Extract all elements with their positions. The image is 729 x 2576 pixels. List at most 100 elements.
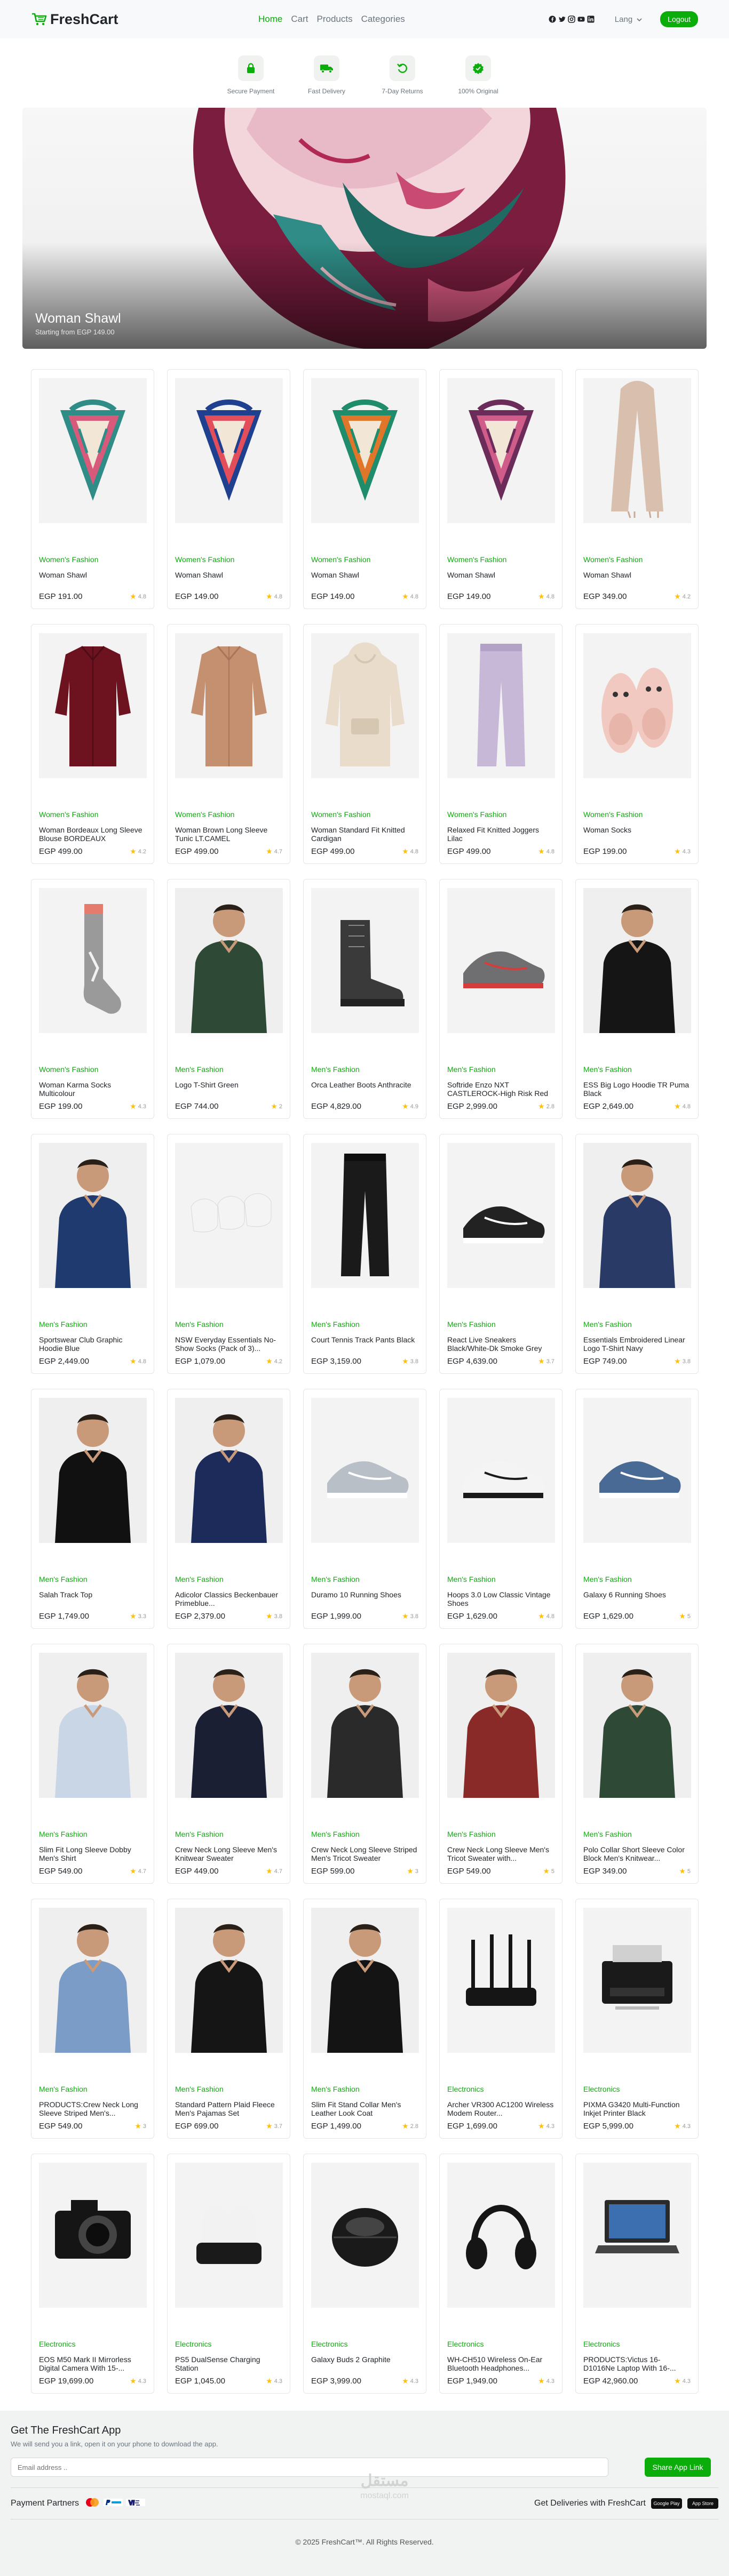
product-card[interactable]: Electronics Galaxy Buds 2 Graphite EGP 3… — [303, 2154, 426, 2394]
product-card[interactable]: Men's Fashion Softride Enzo NXT CASTLERO… — [439, 879, 562, 1119]
product-name[interactable]: WH-CH510 Wireless On-Ear Bluetooth Headp… — [447, 2355, 554, 2372]
product-name[interactable]: NSW Everyday Essentials No-Show Socks (P… — [175, 1335, 282, 1353]
product-card[interactable]: Women's Fashion Woman Karma Socks Multic… — [31, 879, 154, 1119]
product-image[interactable] — [39, 1908, 147, 2053]
product-image[interactable] — [175, 633, 283, 778]
product-card[interactable]: Women's Fashion Woman Standard Fit Knitt… — [303, 624, 426, 864]
product-name[interactable]: Woman Brown Long Sleeve Tunic LT.CAMEL — [175, 826, 282, 843]
product-name[interactable]: PRODUCTS:Crew Neck Long Sleeve Striped M… — [39, 2100, 146, 2117]
product-name[interactable]: Woman Shawl — [175, 571, 282, 588]
product-card[interactable]: Electronics PS5 DualSense Charging Stati… — [167, 2154, 290, 2394]
instagram-icon[interactable] — [567, 15, 575, 23]
product-name[interactable]: Hoops 3.0 Low Classic Vintage Shoes — [447, 1590, 554, 1607]
product-image[interactable] — [447, 888, 555, 1033]
product-card[interactable]: Men's Fashion React Live Sneakers Black/… — [439, 1134, 562, 1374]
product-card[interactable]: Men's Fashion Logo T-Shirt Green EGP 744… — [167, 879, 290, 1119]
product-name[interactable]: Duramo 10 Running Shoes — [311, 1590, 418, 1607]
product-card[interactable]: Men's Fashion Crew Neck Long Sleeve Stri… — [303, 1644, 426, 1884]
product-name[interactable]: Slim Fit Stand Collar Men's Leather Look… — [311, 2100, 418, 2117]
share-app-link-button[interactable]: Share App Link — [645, 2458, 711, 2477]
twitter-icon[interactable] — [558, 15, 566, 23]
product-name[interactable]: Logo T-Shirt Green — [175, 1081, 282, 1098]
product-image[interactable] — [583, 633, 691, 778]
product-card[interactable]: Electronics Archer VR300 AC1200 Wireless… — [439, 1899, 562, 2139]
product-card[interactable]: Women's Fashion Woman Shawl EGP 191.00 ★… — [31, 369, 154, 609]
product-name[interactable]: Woman Shawl — [39, 571, 146, 588]
youtube-icon[interactable] — [577, 15, 585, 23]
product-name[interactable]: React Live Sneakers Black/White-Dk Smoke… — [447, 1335, 554, 1353]
product-name[interactable]: Archer VR300 AC1200 Wireless Modem Route… — [447, 2100, 554, 2117]
product-card[interactable]: Men's Fashion Crew Neck Long Sleeve Men'… — [439, 1644, 562, 1884]
product-image[interactable] — [39, 2163, 147, 2308]
product-image[interactable] — [583, 1398, 691, 1543]
product-card[interactable]: Men's Fashion Duramo 10 Running Shoes EG… — [303, 1389, 426, 1629]
product-name[interactable]: Relaxed Fit Knitted Joggers Lilac — [447, 826, 554, 843]
google-play-badge[interactable]: Google Play — [651, 2498, 682, 2509]
product-card[interactable]: Men's Fashion Crew Neck Long Sleeve Men'… — [167, 1644, 290, 1884]
product-name[interactable]: Crew Neck Long Sleeve Striped Men's Tric… — [311, 1845, 418, 1862]
product-image[interactable] — [39, 633, 147, 778]
product-image[interactable] — [39, 1653, 147, 1798]
product-image[interactable] — [447, 2163, 555, 2308]
product-image[interactable] — [311, 1143, 419, 1288]
logout-button[interactable]: Logout — [660, 11, 698, 27]
product-name[interactable]: Adicolor Classics Beckenbauer Primeblue.… — [175, 1590, 282, 1607]
language-dropdown[interactable]: Lang — [615, 15, 642, 24]
product-name[interactable]: Polo Collar Short Sleeve Color Block Men… — [583, 1845, 691, 1862]
product-card[interactable]: Men's Fashion Polo Collar Short Sleeve C… — [575, 1644, 699, 1884]
product-name[interactable]: Essentials Embroidered Linear Logo T-Shi… — [583, 1335, 691, 1353]
brand[interactable]: FreshCart — [31, 11, 118, 28]
product-image[interactable] — [311, 1398, 419, 1543]
linkedin-icon[interactable] — [587, 15, 595, 23]
product-card[interactable]: Electronics PIXMA G3420 Multi-Function I… — [575, 1899, 699, 2139]
product-name[interactable]: Woman Shawl — [447, 571, 554, 588]
product-card[interactable]: Women's Fashion Woman Socks EGP 199.00 ★… — [575, 624, 699, 864]
product-image[interactable] — [583, 1653, 691, 1798]
product-image[interactable] — [583, 2163, 691, 2308]
product-image[interactable] — [583, 378, 691, 523]
product-name[interactable]: Sportswear Club Graphic Hoodie Blue — [39, 1335, 146, 1353]
product-card[interactable]: Women's Fashion Relaxed Fit Knitted Jogg… — [439, 624, 562, 864]
product-card[interactable]: Men's Fashion Salah Track Top EGP 1,749.… — [31, 1389, 154, 1629]
product-name[interactable]: Woman Shawl — [311, 571, 418, 588]
product-name[interactable]: Woman Bordeaux Long Sleeve Blouse BORDEA… — [39, 826, 146, 843]
product-image[interactable] — [447, 378, 555, 523]
product-image[interactable] — [175, 888, 283, 1033]
product-card[interactable]: Women's Fashion Woman Shawl EGP 149.00 ★… — [303, 369, 426, 609]
product-card[interactable]: Men's Fashion Standard Pattern Plaid Fle… — [167, 1899, 290, 2139]
product-card[interactable]: Electronics PRODUCTS:Victus 16-D1016Ne L… — [575, 2154, 699, 2394]
nav-link-categories[interactable]: Categories — [361, 14, 405, 25]
product-name[interactable]: Galaxy 6 Running Shoes — [583, 1590, 691, 1607]
product-image[interactable] — [311, 2163, 419, 2308]
product-image[interactable] — [175, 1143, 283, 1288]
product-image[interactable] — [311, 1653, 419, 1798]
product-name[interactable]: Standard Pattern Plaid Fleece Men's Paja… — [175, 2100, 282, 2117]
product-image[interactable] — [39, 1143, 147, 1288]
product-name[interactable]: Orca Leather Boots Anthracite — [311, 1081, 418, 1098]
product-name[interactable]: PRODUCTS:Victus 16-D1016Ne Laptop With 1… — [583, 2355, 691, 2372]
product-image[interactable] — [447, 1143, 555, 1288]
product-image[interactable] — [311, 633, 419, 778]
product-card[interactable]: Men's Fashion Slim Fit Long Sleeve Dobby… — [31, 1644, 154, 1884]
product-image[interactable] — [175, 1398, 283, 1543]
product-card[interactable]: Electronics EOS M50 Mark II Mirrorless D… — [31, 2154, 154, 2394]
product-card[interactable]: Men's Fashion Hoops 3.0 Low Classic Vint… — [439, 1389, 562, 1629]
product-card[interactable]: Men's Fashion Slim Fit Stand Collar Men'… — [303, 1899, 426, 2139]
nav-link-products[interactable]: Products — [316, 14, 352, 25]
product-name[interactable]: ESS Big Logo Hoodie TR Puma Black — [583, 1081, 691, 1098]
product-card[interactable]: Men's Fashion Court Tennis Track Pants B… — [303, 1134, 426, 1374]
product-card[interactable]: Men's Fashion ESS Big Logo Hoodie TR Pum… — [575, 879, 699, 1119]
product-image[interactable] — [39, 888, 147, 1033]
product-image[interactable] — [583, 888, 691, 1033]
product-name[interactable]: Salah Track Top — [39, 1590, 146, 1607]
product-card[interactable]: Electronics WH-CH510 Wireless On-Ear Blu… — [439, 2154, 562, 2394]
hero-banner[interactable]: Woman Shawl Starting from EGP 149.00 — [22, 108, 707, 349]
product-image[interactable] — [583, 1143, 691, 1288]
product-name[interactable]: Crew Neck Long Sleeve Men's Tricot Sweat… — [447, 1845, 554, 1862]
product-name[interactable]: Crew Neck Long Sleeve Men's Knitwear Swe… — [175, 1845, 282, 1862]
product-card[interactable]: Women's Fashion Woman Shawl EGP 149.00 ★… — [439, 369, 562, 609]
product-name[interactable]: PS5 DualSense Charging Station — [175, 2355, 282, 2372]
product-name[interactable]: Woman Standard Fit Knitted Cardigan — [311, 826, 418, 843]
product-name[interactable]: Court Tennis Track Pants Black — [311, 1335, 418, 1353]
product-card[interactable]: Women's Fashion Woman Shawl EGP 349.00 ★… — [575, 369, 699, 609]
